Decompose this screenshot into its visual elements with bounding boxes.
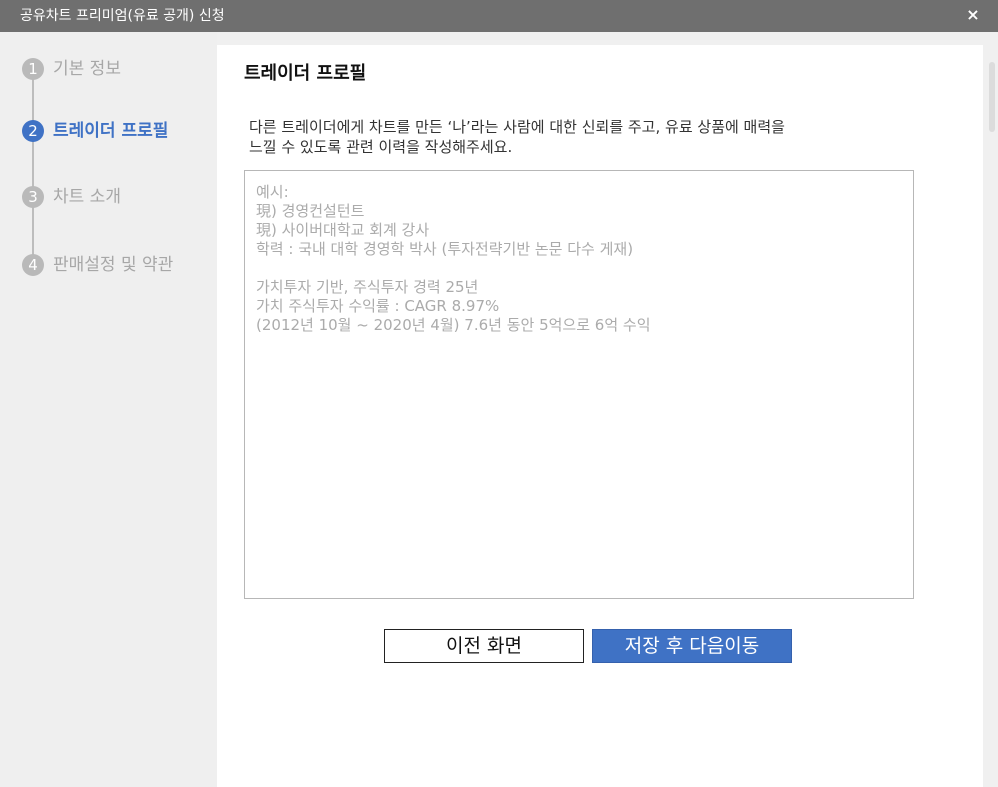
step-number: 1 [22,58,44,80]
description-line: 느낄 수 있도록 관련 이력을 작성해주세요. [249,138,513,156]
placeholder-line: 학력 : 국내 대학 경영학 박사 (투자전략기반 논문 다수 게재) [256,240,634,258]
step-number: 2 [22,120,44,142]
scrollbar-thumb[interactable] [989,62,995,132]
description-text: 다른 트레이더에게 차트를 만든 ‘나’라는 사람에 대한 신뢰를 주고, 유료… [249,117,889,157]
title-bar: 공유차트 프리미엄(유료 공개) 신청 × [0,0,998,32]
dialog-window: 공유차트 프리미엄(유료 공개) 신청 × 1 기본 정보 2 트레이더 프로필… [0,0,998,787]
step-label: 차트 소개 [53,187,121,207]
scrollbar-track[interactable] [983,32,998,787]
step-connector-line [32,70,34,266]
description-line: 다른 트레이더에게 차트를 만든 ‘나’라는 사람에 대한 신뢰를 주고, 유료… [249,118,785,136]
profile-textarea[interactable]: 예시: 現) 경영컨설턴트 現) 사이버대학교 회계 강사 학력 : 국내 대학… [244,170,914,599]
previous-screen-button[interactable]: 이전 화면 [384,629,584,663]
window-title: 공유차트 프리미엄(유료 공개) 신청 [20,8,225,24]
page-title: 트레이더 프로필 [244,63,367,84]
placeholder-line [256,259,651,278]
save-and-next-button[interactable]: 저장 후 다음이동 [592,629,792,663]
placeholder-line: 現) 사이버대학교 회계 강사 [256,221,430,239]
placeholder-line: 가치투자 기반, 주식투자 경력 25년 [256,278,479,296]
placeholder-line: 가치 주식투자 수익률 : CAGR 8.97% [256,297,500,315]
step-label: 기본 정보 [53,59,121,79]
step-number: 3 [22,186,44,208]
placeholder-line: 예시: [256,183,289,201]
step-number: 4 [22,254,44,276]
profile-textarea-placeholder: 예시: 現) 경영컨설턴트 現) 사이버대학교 회계 강사 학력 : 국내 대학… [256,183,651,335]
placeholder-line: (2012년 10월 ~ 2020년 4월) 7.6년 동안 5억으로 6억 수… [256,316,651,334]
main-content: 트레이더 프로필 다른 트레이더에게 차트를 만든 ‘나’라는 사람에 대한 신… [217,45,983,787]
close-icon[interactable]: × [966,6,980,24]
step-sidebar: 1 기본 정보 2 트레이더 프로필 3 차트 소개 4 판매설정 및 약관 [0,32,217,787]
step-label: 판매설정 및 약관 [53,255,174,275]
step-label: 트레이더 프로필 [53,121,169,141]
placeholder-line: 現) 경영컨설턴트 [256,202,365,220]
